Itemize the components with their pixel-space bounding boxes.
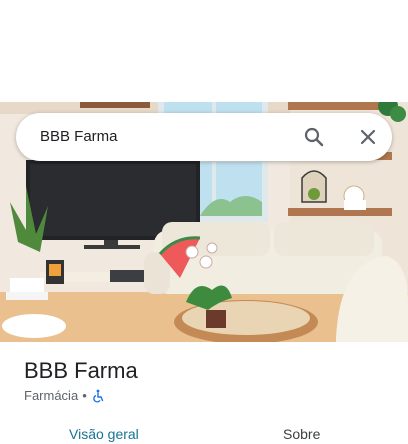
place-subtitle: Farmácia • <box>24 388 105 403</box>
search-icon[interactable] <box>302 125 326 149</box>
search-bar[interactable]: BBB Farma <box>16 113 392 161</box>
wheelchair-icon <box>91 389 105 403</box>
search-input[interactable]: BBB Farma <box>40 128 118 145</box>
place-title: BBB Farma <box>24 358 138 383</box>
tab-about[interactable]: Sobre <box>283 426 320 442</box>
close-icon[interactable] <box>356 125 380 149</box>
place-category: Farmácia <box>24 388 79 403</box>
separator: • <box>82 388 87 403</box>
tab-overview[interactable]: Visão geral <box>69 426 139 442</box>
